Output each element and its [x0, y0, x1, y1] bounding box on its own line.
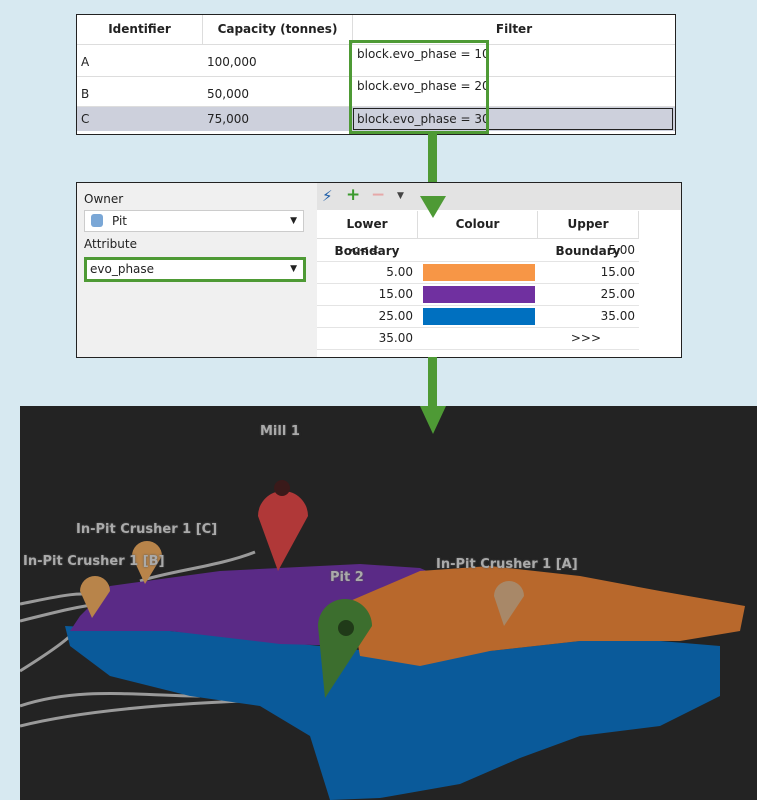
upper-value: >>>	[570, 331, 601, 345]
arrow-head-icon	[420, 406, 446, 434]
destination-filter-table: Identifier Capacity (tonnes) Filter A 10…	[76, 14, 676, 135]
legend-row[interactable]: 15.00 25.00	[317, 283, 639, 306]
upper-value: 35.00	[600, 309, 635, 323]
row-id: A	[81, 55, 90, 69]
lower-value: <<<	[348, 243, 379, 257]
legend-row[interactable]: <<< 5.00	[317, 239, 639, 262]
lower-value: 15.00	[378, 287, 413, 301]
row-id: B	[81, 87, 90, 101]
label-crusher-c: In-Pit Crusher 1 [C]	[76, 522, 218, 537]
upper-value: 5.00	[608, 243, 635, 257]
owner-value: Pit	[112, 214, 128, 228]
legend-row[interactable]: 35.00 >>>	[317, 327, 639, 350]
colour-swatch-orange[interactable]	[423, 264, 535, 281]
owner-dropdown[interactable]: Pit ▼	[84, 210, 304, 232]
row-id: C	[81, 112, 90, 126]
row-capacity: 100,000	[207, 55, 257, 69]
header-identifier[interactable]: Identifier	[77, 15, 203, 45]
colour-legend-panel: Owner Pit ▼ Attribute evo_phase ▼ ⚡ + − …	[76, 182, 682, 358]
owner-label: Owner	[84, 192, 124, 206]
legend-row[interactable]: 5.00 15.00	[317, 261, 639, 284]
dropdown-icon[interactable]: ▼	[397, 191, 404, 201]
colour-swatch-blue[interactable]	[423, 308, 535, 325]
legend-settings: Owner Pit ▼ Attribute evo_phase ▼	[77, 183, 317, 357]
auto-lightning-icon[interactable]: ⚡	[322, 187, 333, 205]
attribute-value: evo_phase	[90, 262, 155, 276]
label-crusher-b: In-Pit Crusher 1 [B]	[23, 554, 165, 569]
filter-highlight-box	[349, 40, 489, 134]
upper-value: 15.00	[600, 265, 635, 279]
lower-value: 5.00	[386, 265, 413, 279]
label-crusher-a: In-Pit Crusher 1 [A]	[436, 557, 578, 572]
3d-viewport[interactable]: Mill 1 In-Pit Crusher 1 [C] In-Pit Crush…	[20, 406, 757, 800]
legend-row[interactable]: 25.00 35.00	[317, 305, 639, 328]
lower-value: 25.00	[378, 309, 413, 323]
header-capacity[interactable]: Capacity (tonnes)	[203, 15, 353, 45]
row-capacity: 75,000	[207, 112, 249, 126]
attribute-dropdown[interactable]: evo_phase ▼	[84, 257, 306, 282]
row-capacity: 50,000	[207, 87, 249, 101]
arrow-down-icon	[428, 357, 437, 407]
header-upper-boundary[interactable]: Upper Boundary	[538, 211, 639, 258]
arrow-head-icon	[420, 196, 446, 218]
attribute-label: Attribute	[84, 237, 137, 251]
pit-icon	[91, 214, 103, 227]
legend-toolbar: ⚡ + − ▼	[317, 183, 681, 210]
label-mill-1: Mill 1	[260, 424, 300, 439]
upper-value: 25.00	[600, 287, 635, 301]
remove-icon[interactable]: −	[371, 185, 385, 205]
header-lower-boundary[interactable]: Lower Boundary	[317, 211, 418, 258]
mill-1-marker-icon	[258, 480, 308, 571]
add-icon[interactable]: +	[346, 185, 360, 205]
lower-value: 35.00	[378, 331, 413, 345]
chevron-down-icon: ▼	[290, 264, 297, 274]
label-pit-2: Pit 2	[330, 570, 364, 585]
colour-swatch-purple[interactable]	[423, 286, 535, 303]
chevron-down-icon: ▼	[290, 216, 297, 226]
